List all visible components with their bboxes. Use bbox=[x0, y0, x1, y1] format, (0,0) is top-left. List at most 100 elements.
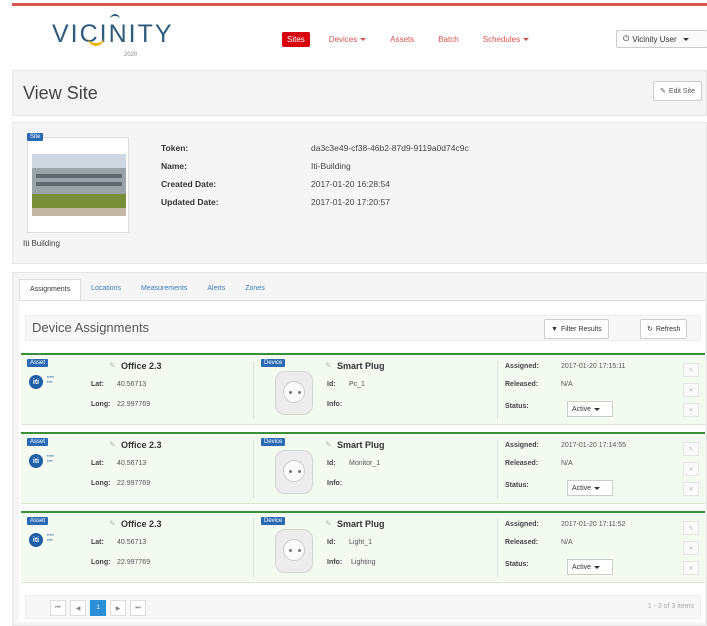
logo-subtitle: 2020 bbox=[124, 52, 138, 58]
created-value: 2017-01-20 16:28:54 bbox=[311, 179, 390, 189]
release-assignment-icon[interactable]: ✕ bbox=[683, 462, 699, 476]
nav-batch[interactable]: Batch bbox=[433, 32, 463, 47]
smart-plug-image bbox=[269, 361, 319, 419]
status-label: Status: bbox=[505, 403, 529, 410]
info-value: Lighting bbox=[351, 559, 376, 566]
device-badge: Device bbox=[261, 517, 286, 525]
site-badge: Site bbox=[27, 133, 44, 141]
page-title-bar: View Site ✎ Edit Site bbox=[12, 70, 707, 116]
asset-name[interactable]: Office 2.3 bbox=[121, 519, 162, 529]
status-select[interactable]: Active bbox=[567, 480, 613, 496]
edit-asset-icon[interactable]: ✎ bbox=[109, 519, 116, 528]
assignment-card: Asset iti ▪▪▪▪▪ ▪▪▪▪ ✎ Office 2.3 Lat: 40… bbox=[21, 511, 705, 583]
next-page-button[interactable]: ▶ bbox=[110, 600, 126, 616]
asset-logo-icon: iti bbox=[29, 454, 43, 468]
asset-logo-icon: iti bbox=[29, 533, 43, 547]
long-label: Long: bbox=[91, 559, 111, 566]
assigned-value: 2017-01-20 17:15:11 bbox=[561, 363, 626, 370]
id-value: Monitor_1 bbox=[349, 460, 381, 467]
device-name[interactable]: Smart Plug bbox=[337, 519, 385, 529]
edit-icon: ✎ bbox=[660, 88, 666, 95]
tab-alerts[interactable]: Alerts bbox=[197, 279, 235, 301]
nav-devices[interactable]: Devices bbox=[324, 32, 371, 47]
chevron-down-icon bbox=[594, 407, 601, 411]
vicinity-logo[interactable]: VICINITY bbox=[52, 20, 174, 49]
id-label: Id: bbox=[327, 539, 336, 546]
info-label: Info: bbox=[327, 559, 343, 566]
site-image bbox=[27, 137, 129, 233]
tab-assignments[interactable]: Assignments bbox=[19, 279, 82, 301]
edit-assignment-icon[interactable]: ✎ bbox=[683, 442, 699, 456]
chevron-down-icon bbox=[594, 486, 601, 490]
tab-locations[interactable]: Locations bbox=[81, 279, 131, 301]
name-label: Name: bbox=[161, 161, 187, 171]
asset-name[interactable]: Office 2.3 bbox=[121, 440, 162, 450]
assignments-header: Device Assignments ▼ Filter Results ↻ Re… bbox=[25, 315, 701, 341]
status-label: Status: bbox=[505, 482, 529, 489]
logo-wifi-icon bbox=[110, 14, 120, 20]
release-assignment-icon[interactable]: ✕ bbox=[683, 541, 699, 555]
site-caption: Iti Building bbox=[23, 239, 60, 248]
delete-assignment-icon[interactable]: ✕ bbox=[683, 482, 699, 496]
device-badge: Device bbox=[261, 438, 286, 446]
filter-results-button[interactable]: ▼ Filter Results bbox=[544, 319, 609, 339]
status-select[interactable]: Active bbox=[567, 559, 613, 575]
prev-page-button[interactable]: ◀ bbox=[70, 600, 86, 616]
chevron-down-icon bbox=[523, 38, 530, 42]
lat-label: Lat: bbox=[91, 381, 104, 388]
delete-assignment-icon[interactable]: ✕ bbox=[683, 561, 699, 575]
site-tabs-panel: Assignments Locations Measurements Alert… bbox=[12, 272, 707, 626]
lat-value: 40.56713 bbox=[117, 460, 147, 467]
first-page-button[interactable]: ⏮ bbox=[50, 600, 66, 616]
edit-asset-icon[interactable]: ✎ bbox=[109, 440, 116, 449]
edit-device-icon[interactable]: ✎ bbox=[325, 519, 332, 528]
last-page-button[interactable]: ⏭ bbox=[130, 600, 146, 616]
lat-value: 40.56713 bbox=[117, 381, 147, 388]
status-select[interactable]: Active bbox=[567, 401, 613, 417]
token-value: da3c3e49-cf38-46b2-87d9-9119a0d74c9c bbox=[311, 143, 469, 153]
asset-badge: Asset bbox=[27, 438, 49, 446]
device-name[interactable]: Smart Plug bbox=[337, 440, 385, 450]
chevron-down-icon bbox=[594, 565, 601, 569]
app-header: VICINITY 2020 Sites Devices Assets Batch… bbox=[12, 6, 707, 66]
info-label: Info: bbox=[327, 401, 343, 408]
user-name: Vicinity User bbox=[632, 34, 677, 44]
release-assignment-icon[interactable]: ✕ bbox=[683, 383, 699, 397]
power-icon: ⏻ bbox=[623, 34, 630, 43]
lat-value: 40.56713 bbox=[117, 539, 147, 546]
assigned-value: 2017-01-20 17:11:52 bbox=[561, 521, 626, 528]
long-value: 22.997769 bbox=[117, 401, 151, 408]
smart-plug-image bbox=[269, 440, 319, 498]
edit-asset-icon[interactable]: ✎ bbox=[109, 361, 116, 370]
page-number-button[interactable]: 1 bbox=[90, 600, 106, 616]
nav-sites[interactable]: Sites bbox=[282, 32, 310, 47]
tab-measurements[interactable]: Measurements bbox=[131, 279, 197, 301]
asset-logo-caption: ▪▪▪▪▪ ▪▪▪▪ bbox=[47, 453, 55, 463]
assigned-label: Assigned: bbox=[505, 442, 539, 449]
nav-assets[interactable]: Assets bbox=[385, 32, 419, 47]
refresh-button[interactable]: ↻ Refresh bbox=[640, 319, 688, 339]
released-label: Released: bbox=[505, 539, 539, 546]
id-value: Light_1 bbox=[349, 539, 372, 546]
device-name[interactable]: Smart Plug bbox=[337, 361, 385, 371]
asset-badge: Asset bbox=[27, 359, 49, 367]
released-value: N/A bbox=[561, 381, 573, 388]
edit-device-icon[interactable]: ✎ bbox=[325, 361, 332, 370]
edit-assignment-icon[interactable]: ✎ bbox=[683, 521, 699, 535]
edit-site-button[interactable]: ✎ Edit Site bbox=[653, 81, 702, 101]
name-value: Iti-Building bbox=[311, 161, 351, 171]
tab-zones[interactable]: Zones bbox=[235, 279, 274, 301]
main-nav: Sites Devices Assets Batch Schedules bbox=[282, 32, 534, 47]
released-value: N/A bbox=[561, 460, 573, 467]
token-label: Token: bbox=[161, 143, 189, 153]
delete-assignment-icon[interactable]: ✕ bbox=[683, 403, 699, 417]
site-info-panel: Site Iti Building Token: Name: Created D… bbox=[12, 122, 707, 264]
assignments-title: Device Assignments bbox=[32, 320, 150, 335]
user-menu-button[interactable]: ⏻ Vicinity User bbox=[616, 30, 707, 48]
edit-device-icon[interactable]: ✎ bbox=[325, 440, 332, 449]
edit-assignment-icon[interactable]: ✎ bbox=[683, 363, 699, 377]
nav-schedules[interactable]: Schedules bbox=[478, 32, 534, 47]
pager-info: 1 - 3 of 3 items bbox=[647, 603, 694, 610]
lat-label: Lat: bbox=[91, 539, 104, 546]
asset-name[interactable]: Office 2.3 bbox=[121, 361, 162, 371]
